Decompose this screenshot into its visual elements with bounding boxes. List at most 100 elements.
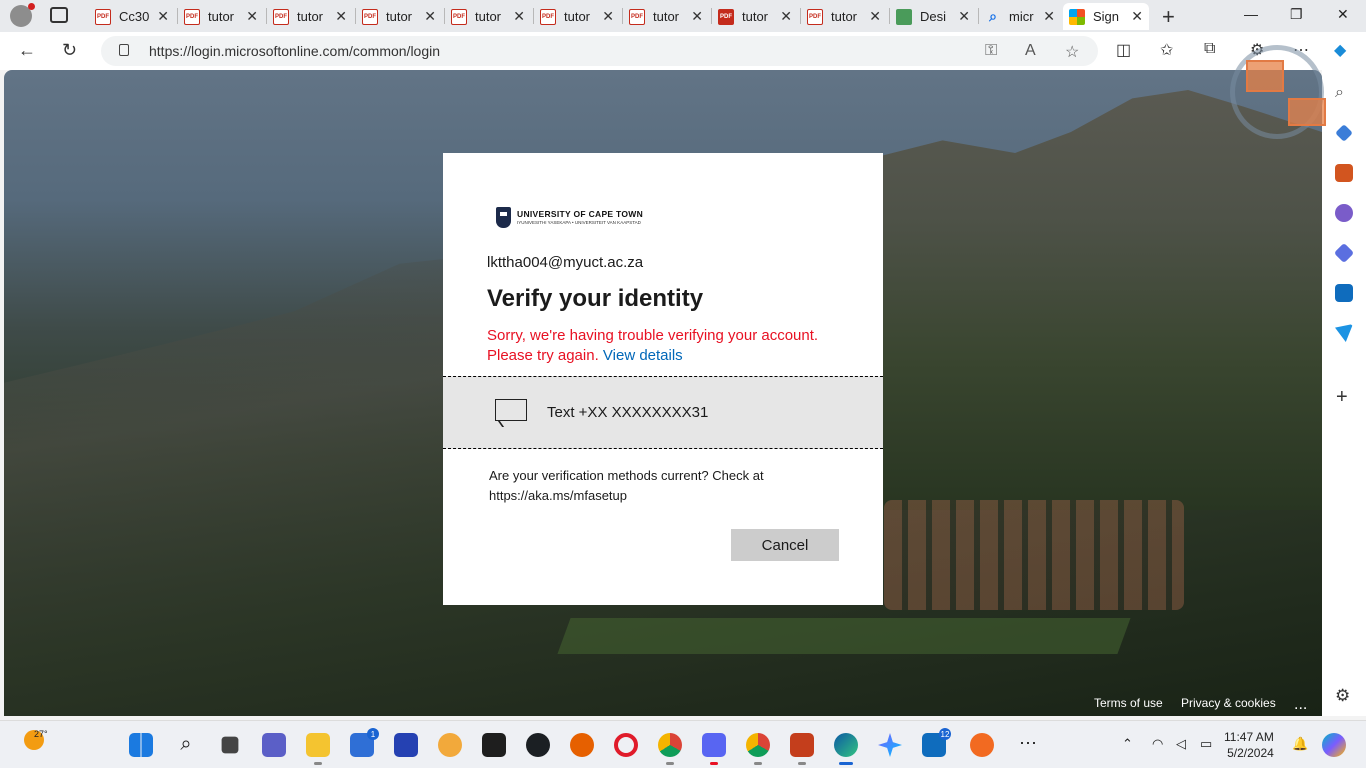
terms-link[interactable]: Terms of use [1094,696,1163,710]
time: 11:47 AM [1224,730,1274,744]
tab-active[interactable]: Sign ✕ [1063,3,1149,30]
url-text[interactable]: https://login.microsoftonline.com/common… [149,43,440,59]
restore-icon[interactable]: ❐ [1290,6,1303,23]
footer-more-icon[interactable]: ... [1294,696,1307,714]
close-icon[interactable]: ✕ [1043,8,1055,25]
microsoft365-icon[interactable] [1333,242,1355,264]
app-icon[interactable] [394,733,418,757]
tab-label: tutor [475,9,502,24]
pdf-icon: PDF [629,8,645,25]
tab[interactable]: PDF tutor ✕ [178,3,264,30]
background-campus [884,500,1184,610]
tab[interactable]: PDF tutor ✕ [356,3,442,30]
discord-icon[interactable] [702,733,726,765]
close-icon[interactable]: ✕ [513,8,525,25]
drop-icon[interactable] [1335,324,1353,342]
collections-icon[interactable]: ⧉ [1204,40,1215,58]
edge-icon[interactable] [834,733,858,765]
store-icon[interactable]: 1 [350,728,379,757]
close-icon[interactable]: ✕ [780,8,792,25]
search-icon[interactable]: ⌕ [174,733,198,757]
refresh-icon[interactable]: ↻ [62,40,77,61]
chevron-up-icon[interactable]: ⌃ [1122,736,1133,752]
close-window-icon[interactable]: ✕ [1337,6,1349,23]
back-icon[interactable]: ← [18,40,36,61]
firefox-icon[interactable] [570,733,594,757]
opera-icon[interactable] [614,733,638,757]
github-icon[interactable] [526,733,550,757]
pdf-icon: PDF [451,8,467,25]
tools-icon[interactable] [1335,164,1353,182]
file-explorer-icon[interactable] [306,733,330,765]
message-icon [495,399,527,421]
copilot-preview-icon[interactable] [1322,733,1346,757]
tab-actions-icon[interactable] [50,7,68,23]
read-aloud-icon[interactable]: A [1025,42,1036,60]
chrome-profile-icon[interactable] [746,733,770,765]
tab[interactable]: ⌕ micr ✕ [979,3,1061,30]
close-icon[interactable]: ✕ [246,8,258,25]
tab[interactable]: PDF tutor ✕ [801,3,887,30]
pdf-icon: PDF [540,8,556,25]
search-icon[interactable]: ⌕ [1335,84,1353,102]
verification-method-sms[interactable]: Text +XX XXXXXXXX31 [443,376,883,449]
favorite-star-icon[interactable]: ☆ [1065,42,1079,62]
volume-icon[interactable]: ◁ [1176,736,1186,752]
copilot-sparkle-icon[interactable] [878,733,902,757]
recorder-icon[interactable] [970,733,994,757]
search-icon: ⌕ [989,8,997,24]
tab[interactable]: PDF tutor ✕ [267,3,353,30]
close-icon[interactable]: ✕ [1131,8,1143,25]
new-tab-icon[interactable]: + [1162,4,1175,30]
add-icon[interactable]: + [1336,386,1348,409]
close-icon[interactable]: ✕ [335,8,347,25]
password-key-icon[interactable]: ⚿ [985,42,997,60]
close-icon[interactable]: ✕ [869,8,881,25]
lock-icon[interactable] [119,44,129,56]
games-icon[interactable] [1335,204,1353,222]
copilot-icon[interactable]: ◆ [1334,40,1346,60]
view-details-link[interactable]: View details [603,347,683,364]
close-icon[interactable]: ✕ [691,8,703,25]
tab[interactable]: PDF Cc30 ✕ [89,3,175,30]
tab[interactable]: PDF tutor ✕ [445,3,531,30]
address-bar[interactable]: https://login.microsoftonline.com/common… [101,36,1098,66]
minimize-icon[interactable]: — [1244,6,1258,22]
split-screen-icon[interactable]: ◫ [1116,40,1131,60]
battery-icon[interactable]: ▭ [1200,736,1212,752]
profile-avatar-icon[interactable] [10,3,35,27]
close-icon[interactable]: ✕ [958,8,970,25]
overflow-dots-icon[interactable]: ⋯ [1016,733,1040,757]
tab[interactable]: PDF tutor ✕ [623,3,709,30]
powerpoint-icon[interactable] [790,733,814,765]
tab[interactable]: PDF tutor ✕ [534,3,620,30]
chrome-icon[interactable] [658,733,682,765]
shopping-tag-icon[interactable] [1335,124,1353,142]
mail-icon[interactable]: 12 [922,728,951,757]
task-view-icon[interactable] [221,736,239,754]
start-icon[interactable] [129,733,153,757]
clock[interactable]: 11:47 AM 5/2/2024 [1224,729,1274,761]
outlook-icon[interactable] [1335,284,1353,302]
tab[interactable]: Desi ✕ [890,3,976,30]
settings-gear-icon[interactable]: ⚙ [1335,686,1350,706]
close-icon[interactable]: ✕ [602,8,614,25]
edge-sidebar: ⌕ + ⚙ [1322,70,1366,716]
close-icon[interactable]: ✕ [424,8,436,25]
figma-icon[interactable] [482,733,506,757]
notification-bell-icon[interactable]: 🔔 [1292,736,1308,752]
verification-note: Are your verification methods current? C… [489,468,764,503]
cancel-button[interactable]: Cancel [731,529,839,561]
tab-label: tutor [742,9,769,24]
microsoft-icon [1069,8,1085,25]
tab-label: tutor [386,9,413,24]
privacy-link[interactable]: Privacy & cookies [1181,696,1276,710]
uct-crest-icon [496,206,511,228]
close-icon[interactable]: ✕ [157,8,169,25]
tab[interactable]: PDF tutor ✕ [712,3,798,30]
bitcoin-icon[interactable] [438,733,462,757]
error-message: Sorry, we're having trouble verifying yo… [487,326,847,366]
teams-icon[interactable] [262,733,286,757]
wifi-icon[interactable]: ◠ [1152,736,1163,752]
favorites-icon[interactable]: ✩ [1160,40,1173,60]
